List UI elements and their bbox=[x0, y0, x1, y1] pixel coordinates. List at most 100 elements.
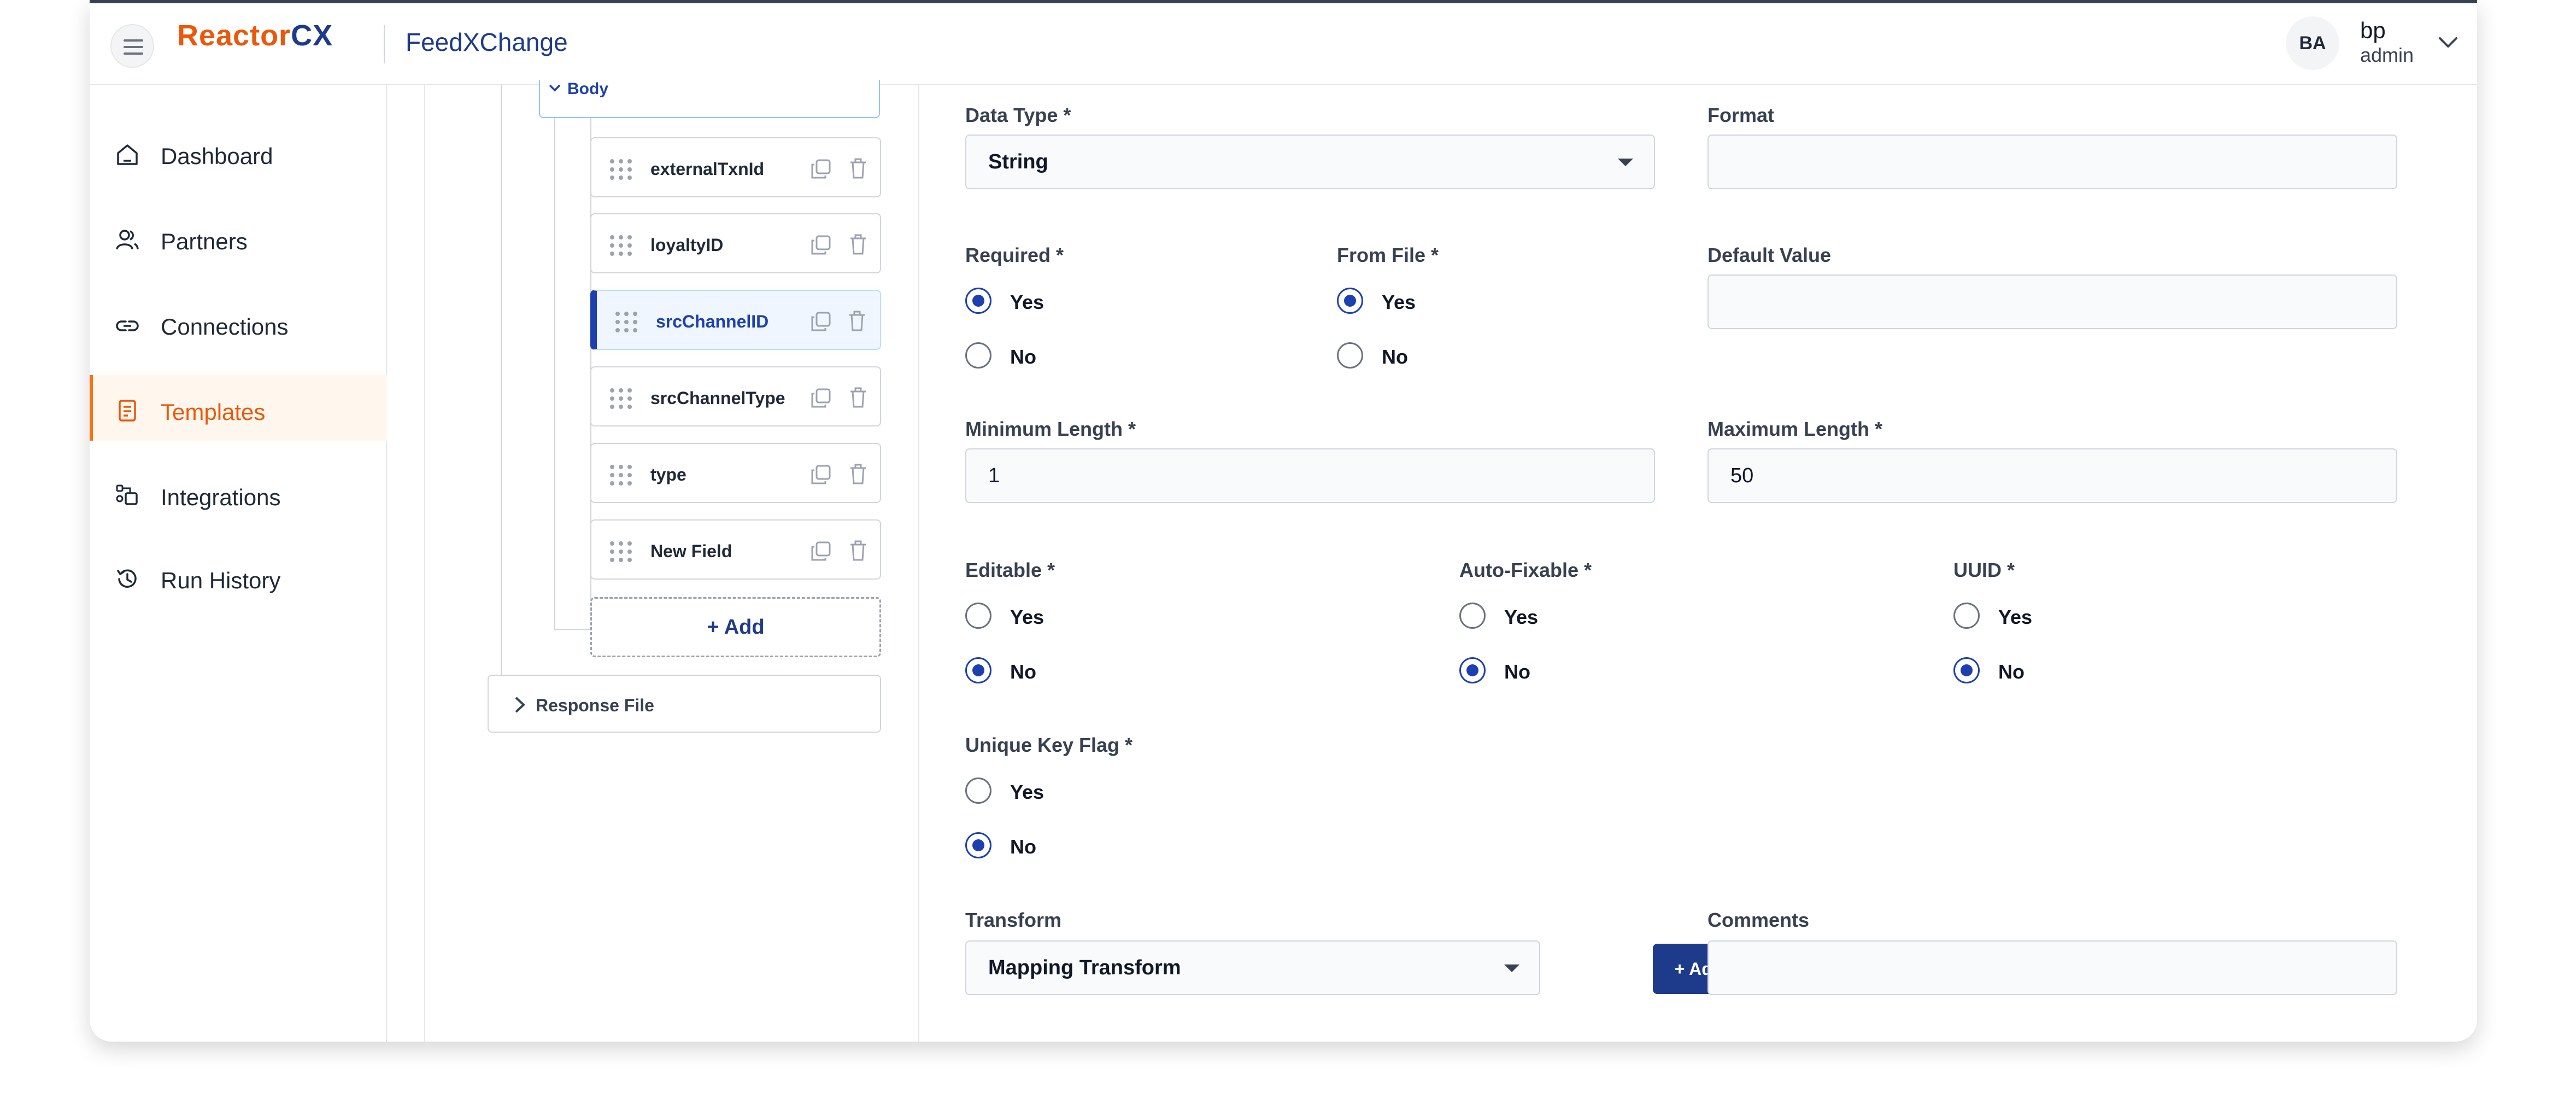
drag-handle-icon[interactable] bbox=[613, 311, 639, 334]
transform-value: Mapping Transform bbox=[988, 956, 1181, 979]
copy-icon[interactable] bbox=[810, 464, 832, 486]
sidebar-item-label: Integrations bbox=[161, 484, 281, 510]
trash-icon[interactable] bbox=[847, 233, 869, 256]
copy-icon[interactable] bbox=[810, 540, 832, 562]
comments-label: Comments bbox=[1707, 909, 1810, 931]
required-no-radio[interactable]: No bbox=[965, 339, 1085, 372]
sidebar-item-run-history[interactable]: Run History bbox=[90, 543, 387, 609]
field-node-srcchanneltype[interactable]: srcChannelType bbox=[590, 366, 881, 426]
drag-handle-icon[interactable] bbox=[608, 464, 634, 487]
tree-connector bbox=[554, 629, 591, 630]
radio-unselected-icon bbox=[1459, 603, 1486, 629]
radio-selected-icon bbox=[1459, 657, 1486, 683]
sidebar-item-integrations[interactable]: Integrations bbox=[90, 460, 387, 526]
auto-fixable-yes-radio[interactable]: Yes bbox=[1459, 599, 1580, 632]
drag-handle-icon[interactable] bbox=[608, 540, 634, 563]
drag-handle-icon[interactable] bbox=[608, 234, 634, 257]
field-label: externalTxnId bbox=[650, 159, 765, 179]
min-length-label: Minimum Length * bbox=[965, 418, 1136, 440]
max-length-input[interactable]: 50 bbox=[1707, 448, 2397, 503]
top-bar: ReactorCX FeedXChange BA bp admin bbox=[90, 3, 2477, 85]
copy-icon[interactable] bbox=[810, 234, 832, 256]
tree-node-response-file[interactable]: Response File bbox=[488, 675, 881, 733]
caret-down-icon bbox=[1504, 964, 1519, 972]
home-icon bbox=[117, 144, 138, 165]
uuid-no-radio[interactable]: No bbox=[1953, 654, 2074, 687]
uuid-yes-radio[interactable]: Yes bbox=[1953, 599, 2074, 632]
unique-key-yes-radio[interactable]: Yes bbox=[965, 774, 1085, 807]
required-yes-radio[interactable]: Yes bbox=[965, 284, 1085, 317]
data-type-select[interactable]: String bbox=[965, 135, 1655, 189]
user-avatar[interactable]: BA bbox=[2286, 16, 2339, 70]
trash-icon[interactable] bbox=[847, 539, 869, 562]
trash-icon[interactable] bbox=[847, 463, 869, 486]
default-value-input[interactable] bbox=[1707, 274, 2397, 329]
radio-selected-icon bbox=[965, 832, 991, 858]
from-file-yes-radio[interactable]: Yes bbox=[1337, 284, 1457, 317]
logo-text-accent: CX bbox=[291, 19, 333, 52]
editable-yes-radio[interactable]: Yes bbox=[965, 599, 1085, 632]
radio-label: Yes bbox=[1382, 291, 1416, 313]
editable-label: Editable * bbox=[965, 559, 1055, 581]
copy-icon[interactable] bbox=[810, 387, 832, 409]
field-node-type[interactable]: type bbox=[590, 443, 881, 503]
field-node-new-field[interactable]: New Field bbox=[590, 519, 881, 580]
radio-label: Yes bbox=[1998, 606, 2033, 628]
sidebar-item-templates[interactable]: Templates bbox=[90, 375, 387, 441]
app-title: FeedXChange bbox=[406, 28, 568, 56]
trash-icon[interactable] bbox=[847, 157, 869, 180]
user-role: admin bbox=[2360, 44, 2414, 66]
radio-label: Yes bbox=[1010, 291, 1045, 313]
sidebar-item-partners[interactable]: Partners bbox=[90, 204, 387, 270]
sidebar-item-dashboard[interactable]: Dashboard bbox=[90, 119, 387, 185]
field-node-externaltxnid[interactable]: externalTxnId bbox=[590, 137, 881, 197]
trash-icon[interactable] bbox=[847, 386, 869, 409]
transform-select[interactable]: Mapping Transform bbox=[965, 940, 1540, 995]
radio-unselected-icon bbox=[965, 342, 991, 369]
radio-unselected-icon bbox=[1337, 342, 1363, 369]
sidebar-item-connections[interactable]: Connections bbox=[90, 290, 387, 355]
from-file-no-radio[interactable]: No bbox=[1337, 339, 1457, 372]
tree-node-body[interactable]: Body bbox=[539, 80, 880, 118]
add-field-button[interactable]: + Add bbox=[590, 597, 881, 657]
chevron-right-icon bbox=[515, 697, 525, 713]
user-name[interactable]: bp bbox=[2360, 17, 2386, 44]
plus-icon: + bbox=[1674, 959, 1689, 979]
field-label: srcChannelType bbox=[650, 388, 785, 408]
chevron-down-icon[interactable] bbox=[2434, 32, 2462, 54]
field-node-srcchannelid[interactable]: srcChannelID bbox=[590, 290, 881, 350]
max-length-label: Maximum Length * bbox=[1707, 418, 1883, 440]
radio-selected-icon bbox=[1337, 288, 1363, 314]
copy-icon[interactable] bbox=[810, 311, 832, 332]
tree-connector bbox=[554, 118, 555, 630]
min-length-input[interactable]: 1 bbox=[965, 448, 1655, 503]
tree-node-label: Body bbox=[567, 80, 608, 98]
radio-selected-icon bbox=[965, 657, 991, 683]
add-field-label: Add bbox=[724, 616, 765, 639]
caret-down-icon bbox=[1618, 159, 1633, 166]
copy-icon[interactable] bbox=[810, 158, 832, 180]
radio-label: No bbox=[1010, 660, 1036, 683]
field-node-loyaltyid[interactable]: loyaltyID bbox=[590, 213, 881, 273]
sidebar: Dashboard Partners Connections Templates… bbox=[90, 85, 387, 1042]
radio-label: No bbox=[1010, 835, 1036, 858]
hamburger-menu-button[interactable] bbox=[110, 24, 154, 68]
drag-handle-icon[interactable] bbox=[608, 387, 634, 410]
history-icon bbox=[117, 569, 137, 588]
unique-key-label: Unique Key Flag * bbox=[965, 734, 1133, 756]
reactorcx-logo[interactable]: ReactorCX bbox=[177, 19, 333, 52]
radio-unselected-icon bbox=[965, 778, 991, 804]
auto-fixable-no-radio[interactable]: No bbox=[1459, 654, 1580, 687]
field-label: type bbox=[650, 465, 686, 484]
editable-no-radio[interactable]: No bbox=[965, 654, 1085, 687]
unique-key-no-radio[interactable]: No bbox=[965, 829, 1085, 862]
menu-icon bbox=[124, 39, 143, 55]
field-label: New Field bbox=[650, 541, 732, 561]
tree-node-label: Response File bbox=[536, 695, 654, 715]
comments-input[interactable] bbox=[1707, 940, 2397, 995]
format-input[interactable] bbox=[1707, 135, 2397, 189]
data-type-label: Data Type * bbox=[965, 104, 1071, 126]
sidebar-item-label: Templates bbox=[161, 399, 266, 425]
trash-icon[interactable] bbox=[846, 309, 868, 332]
drag-handle-icon[interactable] bbox=[608, 158, 634, 181]
